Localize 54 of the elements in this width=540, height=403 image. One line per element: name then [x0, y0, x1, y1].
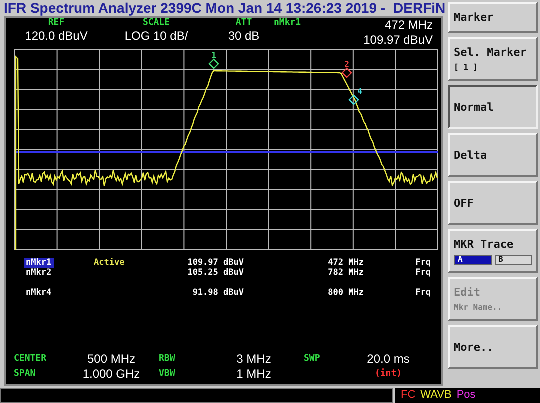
softkey-label: Edit	[454, 286, 482, 299]
softkey-sublabel: [ 1 ]	[454, 63, 480, 72]
marker-name[interactable]: nMkr4	[24, 288, 54, 298]
sweep-mode: (int)	[374, 368, 404, 381]
softkey[interactable]: More..	[448, 325, 538, 369]
status-indicator: WAVB	[420, 389, 452, 402]
setting-label: RBW	[159, 353, 176, 366]
marker-amplitude: 109.97 dBuV	[364, 33, 433, 48]
marker-label: nMkr1	[274, 18, 302, 29]
setting-label: CENTER	[14, 353, 48, 366]
marker-name[interactable]: nMkr1	[24, 258, 54, 268]
marker-amplitude: 109.97 dBuV	[186, 258, 244, 268]
setting-value: 500 MHz	[86, 352, 137, 366]
status-indicator: Pos	[456, 389, 476, 402]
marker-status: Active	[94, 258, 126, 268]
marker-frequency: 472 MHz	[384, 18, 433, 33]
marker-mode: Frq	[414, 258, 431, 268]
window-title: IFR Spectrum Analyzer 2399C Mon Jan 14 13:26:23 2019 -	[4, 0, 386, 16]
setting-value: 1.000 GHz	[82, 367, 142, 381]
softkey-label: MKR Trace	[454, 238, 515, 250]
status-indicator: FC	[401, 389, 416, 402]
marker-name[interactable]: nMkr2	[24, 268, 54, 278]
setting-value: LOG 10 dB/	[124, 29, 188, 44]
setting-value: 20.0 ms	[366, 352, 411, 366]
user-name: DERFiN	[394, 0, 446, 16]
marker-frequency: 472 MHz	[327, 258, 364, 268]
setting-label: SPAN	[14, 368, 37, 381]
marker-frequency: 782 MHz	[327, 268, 364, 278]
setting-label: SWP	[304, 353, 322, 366]
setting-value: 30 dB	[228, 29, 260, 44]
marker-mode: Frq	[414, 268, 431, 278]
setting-label: REF	[48, 18, 65, 29]
softkey[interactable]: Delta	[448, 133, 538, 177]
marker-amplitude: 105.25 dBuV	[186, 268, 244, 278]
setting-label: SCALE	[142, 18, 170, 29]
setting-label: ATT	[236, 18, 252, 29]
softkey-label: More..	[454, 340, 495, 354]
setting-value: 120.0 dBuV	[25, 29, 88, 44]
marker-number: 2	[344, 60, 350, 69]
menu-title: Marker	[448, 2, 538, 33]
softkey[interactable]: Normal	[448, 85, 538, 129]
setting-label: VBW	[159, 368, 176, 381]
setting-value: 1 MHz	[236, 367, 272, 381]
softkey-label: Sel. Marker	[454, 46, 528, 59]
trace-toggle[interactable]: A	[454, 254, 492, 264]
marker-number: 1	[212, 51, 216, 60]
softkey[interactable]: Sel. Marker [ 1 ]	[448, 37, 538, 81]
marker-frequency: 800 MHz	[327, 288, 364, 298]
marker-amplitude: 91.98 dBuV	[192, 288, 244, 298]
softkey[interactable]: OFF	[448, 181, 538, 225]
softkey-sublabel: Mkr Name..	[454, 303, 504, 312]
marker-mode: Frq	[414, 288, 431, 298]
trace-toggle[interactable]: B	[494, 254, 532, 264]
setting-value: 3 MHz	[236, 352, 272, 366]
